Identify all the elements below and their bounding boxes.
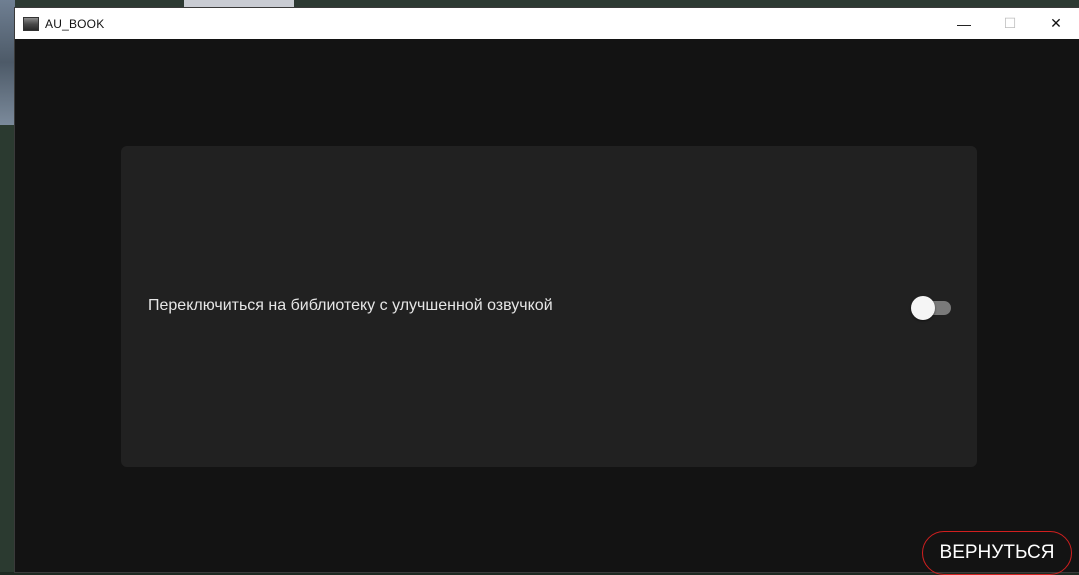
window-title: AU_BOOK — [45, 16, 105, 31]
desktop-wallpaper-strip — [0, 0, 15, 125]
minimize-button[interactable]: — — [941, 8, 987, 39]
settings-card: Переключиться на библиотеку с улучшенной… — [121, 146, 977, 467]
close-button[interactable]: ✕ — [1033, 8, 1079, 39]
minimize-icon: — — [957, 15, 971, 32]
back-button[interactable]: ВЕРНУТЬСЯ — [922, 531, 1072, 575]
background-window-edge — [184, 0, 294, 8]
maximize-button[interactable]: ☐ — [987, 8, 1033, 39]
title-bar[interactable]: AU_BOOK — ☐ ✕ — [15, 8, 1079, 39]
settings-screen: Переключиться на библиотеку с улучшенной… — [15, 39, 1079, 575]
maximize-icon: ☐ — [1003, 15, 1017, 31]
back-button-label: ВЕРНУТЬСЯ — [939, 542, 1055, 563]
toggle-thumb — [911, 296, 935, 320]
app-window: AU_BOOK — ☐ ✕ Переключиться на библиотек… — [15, 8, 1079, 575]
enhanced-voice-library-label: Переключиться на библиотеку с улучшенной… — [148, 297, 553, 314]
window-controls: — ☐ ✕ — [941, 8, 1079, 39]
enhanced-voice-library-toggle[interactable] — [911, 296, 951, 320]
desktop-top-strip — [15, 0, 1079, 8]
app-icon — [23, 16, 39, 31]
desktop-wallpaper-strip-lower — [0, 125, 15, 572]
close-icon: ✕ — [1050, 15, 1062, 31]
